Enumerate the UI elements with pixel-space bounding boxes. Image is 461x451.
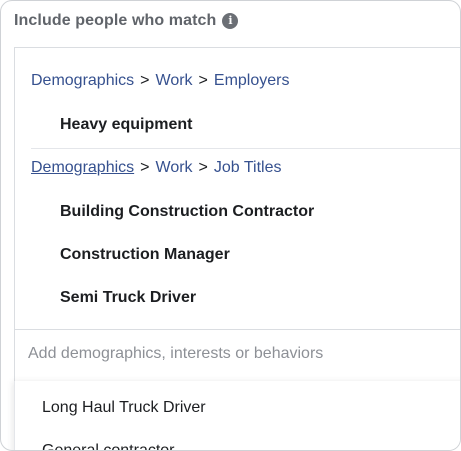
add-targeting-search-input[interactable]: [28, 345, 448, 363]
search-divider: [15, 329, 460, 330]
info-icon[interactable]: i: [222, 13, 239, 29]
selected-item-construction-manager[interactable]: Construction Manager: [60, 246, 230, 264]
breadcrumb-separator: >: [140, 72, 150, 89]
breadcrumb-separator: >: [140, 159, 150, 176]
suggestions-dropdown: Long Haul Truck Driver General contracto…: [14, 381, 460, 450]
group-divider: [31, 148, 460, 149]
breadcrumb-job-titles: Demographics > Work > Job Titles: [31, 159, 281, 177]
breadcrumb-link-demographics[interactable]: Demographics: [31, 159, 134, 176]
breadcrumb-employers: Demographics > Work > Employers: [31, 72, 289, 90]
breadcrumb-link-demographics[interactable]: Demographics: [31, 72, 134, 89]
selected-item-building-construction-contractor[interactable]: Building Construction Contractor: [60, 203, 314, 221]
breadcrumb-link-job-titles[interactable]: Job Titles: [214, 159, 282, 176]
targeting-selection-box: Demographics > Work > Employers Heavy equipm…: [14, 47, 460, 403]
include-header: Include people who match i: [14, 10, 239, 32]
suggestion-long-haul-truck-driver[interactable]: Long Haul Truck Driver: [42, 399, 206, 417]
detailed-targeting-panel: Include people who match i Demographics >…: [0, 0, 461, 451]
breadcrumb-link-employers[interactable]: Employers: [214, 72, 290, 89]
selected-item-semi-truck-driver[interactable]: Semi Truck Driver: [60, 289, 196, 307]
suggestion-general-contractor[interactable]: General contractor: [42, 442, 175, 450]
selected-item-heavy-equipment[interactable]: Heavy equipment: [60, 116, 192, 134]
breadcrumb-link-work[interactable]: Work: [156, 72, 193, 89]
breadcrumb-separator: >: [198, 72, 208, 89]
breadcrumb-link-work[interactable]: Work: [156, 159, 193, 176]
include-title: Include people who match: [14, 12, 217, 29]
breadcrumb-separator: >: [198, 159, 208, 176]
